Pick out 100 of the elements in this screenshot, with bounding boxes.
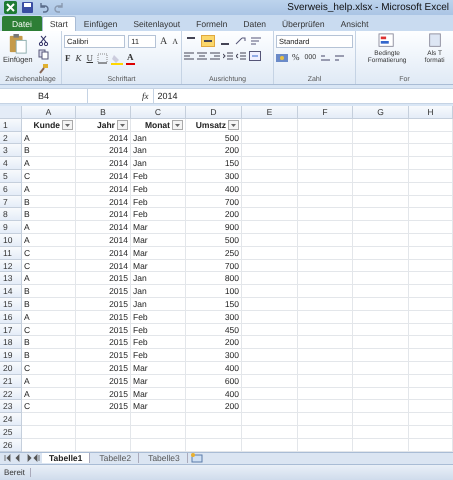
row-header[interactable]: 21 (0, 374, 22, 388)
borders-icon[interactable] (97, 53, 108, 64)
undo-icon[interactable] (38, 2, 49, 14)
column-header[interactable]: D (186, 106, 242, 119)
outdent-icon[interactable] (236, 51, 246, 62)
row-header[interactable]: 20 (0, 362, 22, 375)
filter-dropdown-icon[interactable] (62, 120, 73, 130)
scissors-icon[interactable] (38, 35, 49, 46)
text-direction-icon[interactable] (235, 36, 247, 46)
row-header[interactable]: 14 (0, 285, 22, 298)
table-cell (298, 182, 353, 196)
table-cell: 900 (186, 221, 242, 234)
formula-field[interactable]: 2014 (152, 88, 453, 104)
ribbon-tab[interactable]: Start (42, 16, 76, 32)
wrap-text-icon[interactable] (250, 36, 262, 46)
row-header[interactable]: 5 (0, 170, 22, 183)
row-header[interactable]: 17 (0, 324, 22, 336)
table-cell (242, 324, 298, 336)
filter-dropdown-icon[interactable] (172, 120, 183, 130)
filter-dropdown-icon[interactable] (117, 120, 128, 130)
table-cell: 150 (186, 157, 242, 170)
row-header[interactable]: 6 (0, 182, 22, 196)
italic-button[interactable]: K (74, 53, 83, 64)
ribbon-tab[interactable]: Daten (235, 16, 274, 32)
name-box[interactable]: B4 (0, 88, 88, 104)
table-cell: Jan (131, 132, 186, 144)
table-cell: B (22, 196, 76, 208)
row-header[interactable]: 22 (0, 388, 22, 400)
row-header[interactable]: 4 (0, 157, 22, 170)
align-text-icon[interactable] (197, 51, 207, 62)
table-cell: 2015 (76, 374, 131, 388)
table-cell (353, 349, 409, 362)
insert-function-button[interactable]: fx (138, 91, 152, 101)
row-header[interactable]: 24 (0, 413, 22, 426)
row-header[interactable]: 10 (0, 234, 22, 247)
table-cell: 300 (186, 310, 242, 324)
sheet-tab[interactable]: Tabelle3 (141, 453, 188, 464)
font-color-button[interactable]: A (126, 52, 135, 66)
sheet-tab[interactable]: Tabelle2 (92, 453, 140, 464)
row-header[interactable]: 25 (0, 426, 22, 439)
row-header[interactable]: 18 (0, 336, 22, 350)
ribbon-tab[interactable]: Seitenlayout (125, 16, 188, 32)
row-header[interactable]: 2 (0, 132, 22, 144)
table-cell (242, 349, 298, 362)
ribbon-tab[interactable]: Überprüfen (274, 16, 333, 32)
table-cell (242, 182, 298, 196)
table-cell (353, 272, 409, 286)
save-icon[interactable] (22, 2, 33, 14)
table-cell: Mar (131, 374, 186, 388)
ribbon-tab[interactable]: Formeln (188, 16, 236, 32)
align-text-icon[interactable] (210, 51, 220, 62)
table-cell: 2015 (76, 272, 131, 286)
row-header[interactable]: 1 (0, 118, 22, 132)
new-sheet-icon[interactable] (190, 453, 204, 464)
ribbon-tab[interactable]: Einfügen (76, 16, 126, 32)
column-header[interactable]: H (409, 106, 453, 119)
filter-dropdown-icon[interactable] (228, 120, 239, 130)
vertical-align-button[interactable] (201, 35, 215, 48)
table-cell: B (22, 349, 76, 362)
row-header[interactable]: 3 (0, 144, 22, 158)
row-header[interactable]: 13 (0, 272, 22, 286)
column-header[interactable]: A (22, 106, 76, 119)
underline-button[interactable]: U (86, 53, 94, 64)
row-header[interactable]: 15 (0, 298, 22, 311)
table-cell (353, 388, 409, 400)
table-cell: 700 (186, 260, 242, 272)
row-header[interactable]: 9 (0, 221, 22, 234)
merge-cells-icon[interactable] (249, 51, 261, 62)
row-header[interactable]: 23 (0, 400, 22, 414)
row-header[interactable]: 16 (0, 310, 22, 324)
shrink-font-button[interactable]: A (171, 36, 179, 48)
indent-icon[interactable] (223, 51, 233, 62)
ribbon-tab[interactable]: Ansicht (332, 16, 376, 32)
row-header[interactable]: 19 (0, 349, 22, 362)
table-cell (409, 374, 453, 388)
align-text-icon[interactable] (184, 51, 194, 62)
column-header[interactable]: F (298, 106, 353, 119)
currency-icon[interactable] (276, 52, 288, 63)
decrease-decimal-icon[interactable] (334, 52, 346, 63)
ribbon-tab[interactable]: Datei (2, 16, 42, 32)
row-header[interactable]: 7 (0, 196, 22, 208)
column-header[interactable]: G (353, 106, 409, 119)
sheet-navigation-icon[interactable] (4, 454, 40, 462)
increase-decimal-icon[interactable] (320, 52, 332, 63)
copy-icon[interactable] (38, 49, 49, 60)
row-header[interactable]: 26 (0, 438, 22, 452)
column-header[interactable]: E (242, 106, 298, 119)
sheet-tab[interactable]: Tabelle1 (42, 453, 90, 464)
brush-icon[interactable] (38, 63, 49, 74)
row-header[interactable]: 12 (0, 260, 22, 272)
table-cell (353, 208, 409, 222)
column-title: Umsatz (196, 118, 226, 131)
column-header[interactable]: C (131, 106, 186, 119)
row-header[interactable]: 8 (0, 208, 22, 222)
grow-font-button[interactable]: A (158, 36, 168, 48)
row-header[interactable]: 11 (0, 246, 22, 260)
bold-button[interactable]: F (64, 53, 72, 64)
column-header[interactable]: B (76, 106, 131, 119)
fill-color-icon[interactable] (111, 52, 124, 65)
percent-button[interactable]: % (291, 52, 300, 64)
